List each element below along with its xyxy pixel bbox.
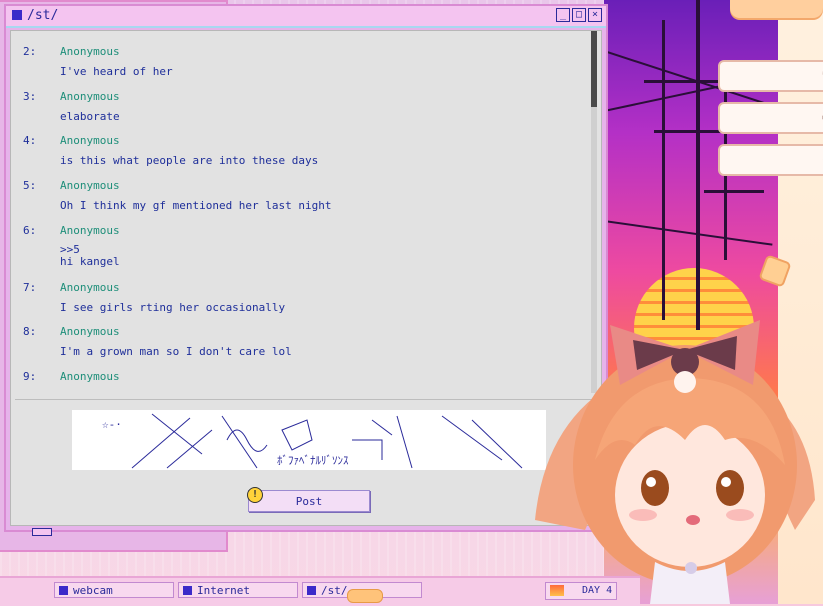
post-author: Anonymous (60, 224, 120, 237)
post-number: 6: (23, 224, 37, 237)
thread-panel: 2: Anonymous I've heard of her 3: Anonym… (10, 30, 602, 526)
post-number: 5: (23, 179, 37, 192)
post-number: 7: (23, 281, 37, 294)
streamer-avatar (535, 320, 815, 604)
post-author: Anonymous (60, 370, 120, 383)
minimize-button[interactable]: _ (556, 8, 570, 22)
post-author: Anonymous (60, 90, 120, 103)
divider (15, 399, 595, 400)
top-tab[interactable] (730, 0, 823, 18)
post-button[interactable]: Post (248, 490, 370, 512)
post-author: Anonymous (60, 134, 120, 147)
maximize-button[interactable]: □ (572, 8, 586, 22)
window-icon (59, 586, 68, 595)
window-footer-icon (32, 528, 52, 536)
post-author: Anonymous (60, 325, 120, 338)
thread-list[interactable]: 2: Anonymous I've heard of her 3: Anonym… (11, 31, 599, 393)
window-icon (12, 10, 22, 20)
crossbar-3 (704, 190, 764, 193)
post-body: elaborate (60, 110, 120, 123)
post-body: Oh I think my gf mentioned her last nigh… (60, 199, 332, 212)
post-number: 4: (23, 134, 37, 147)
post-author: Anonymous (60, 179, 120, 192)
taskbar-item-label: Internet (197, 584, 250, 597)
ascii-art-star: ☆-· (102, 418, 122, 431)
close-button[interactable]: × (588, 8, 602, 22)
post-body: I'm a grown man so I don't care lol (60, 345, 292, 358)
post-number: 3: (23, 90, 37, 103)
side-button-3[interactable]: c (718, 144, 823, 176)
info-icon: ! (247, 487, 263, 503)
window-titlebar[interactable]: /st/ _ □ × (6, 6, 606, 28)
post-number: 8: (23, 325, 37, 338)
post-body: I see girls rting her occasionally (60, 301, 286, 314)
post-number: 2: (23, 45, 37, 58)
taskbar-item-label: /st/ (321, 584, 348, 597)
post-number: 9: (23, 370, 37, 383)
post-body: >>5 hi kangel (60, 243, 120, 268)
bread-icon (347, 589, 383, 603)
post-author: Anonymous (60, 281, 120, 294)
ascii-art-kana: ﾎﾞﾌｧﾍﾞﾅﾙﾘﾞｿﾝｽ (277, 454, 349, 467)
board-window: /st/ _ □ × 2: Anonymous I've heard of he… (4, 4, 608, 536)
post-body: is this what people are into these days (60, 154, 319, 167)
window-title: /st/ (27, 8, 59, 23)
utility-pole-2 (662, 20, 665, 320)
power-line-3 (604, 220, 773, 246)
taskbar-item-internet[interactable]: Internet (178, 582, 298, 598)
ascii-art-preview: ☆-· ﾎﾞﾌｧﾍﾞﾅﾙﾘﾞｿﾝｽ (72, 410, 546, 470)
side-button-2[interactable]: ○ (718, 102, 823, 134)
scrollbar-thumb[interactable] (591, 31, 597, 107)
utility-pole (696, 0, 700, 330)
side-button-1[interactable]: ♡ (718, 60, 823, 92)
post-author: Anonymous (60, 45, 120, 58)
window-icon (183, 586, 192, 595)
taskbar-item-webcam[interactable]: webcam (54, 582, 174, 598)
window-icon (307, 586, 316, 595)
post-body: I've heard of her (60, 65, 173, 78)
taskbar-item-label: webcam (73, 584, 113, 597)
